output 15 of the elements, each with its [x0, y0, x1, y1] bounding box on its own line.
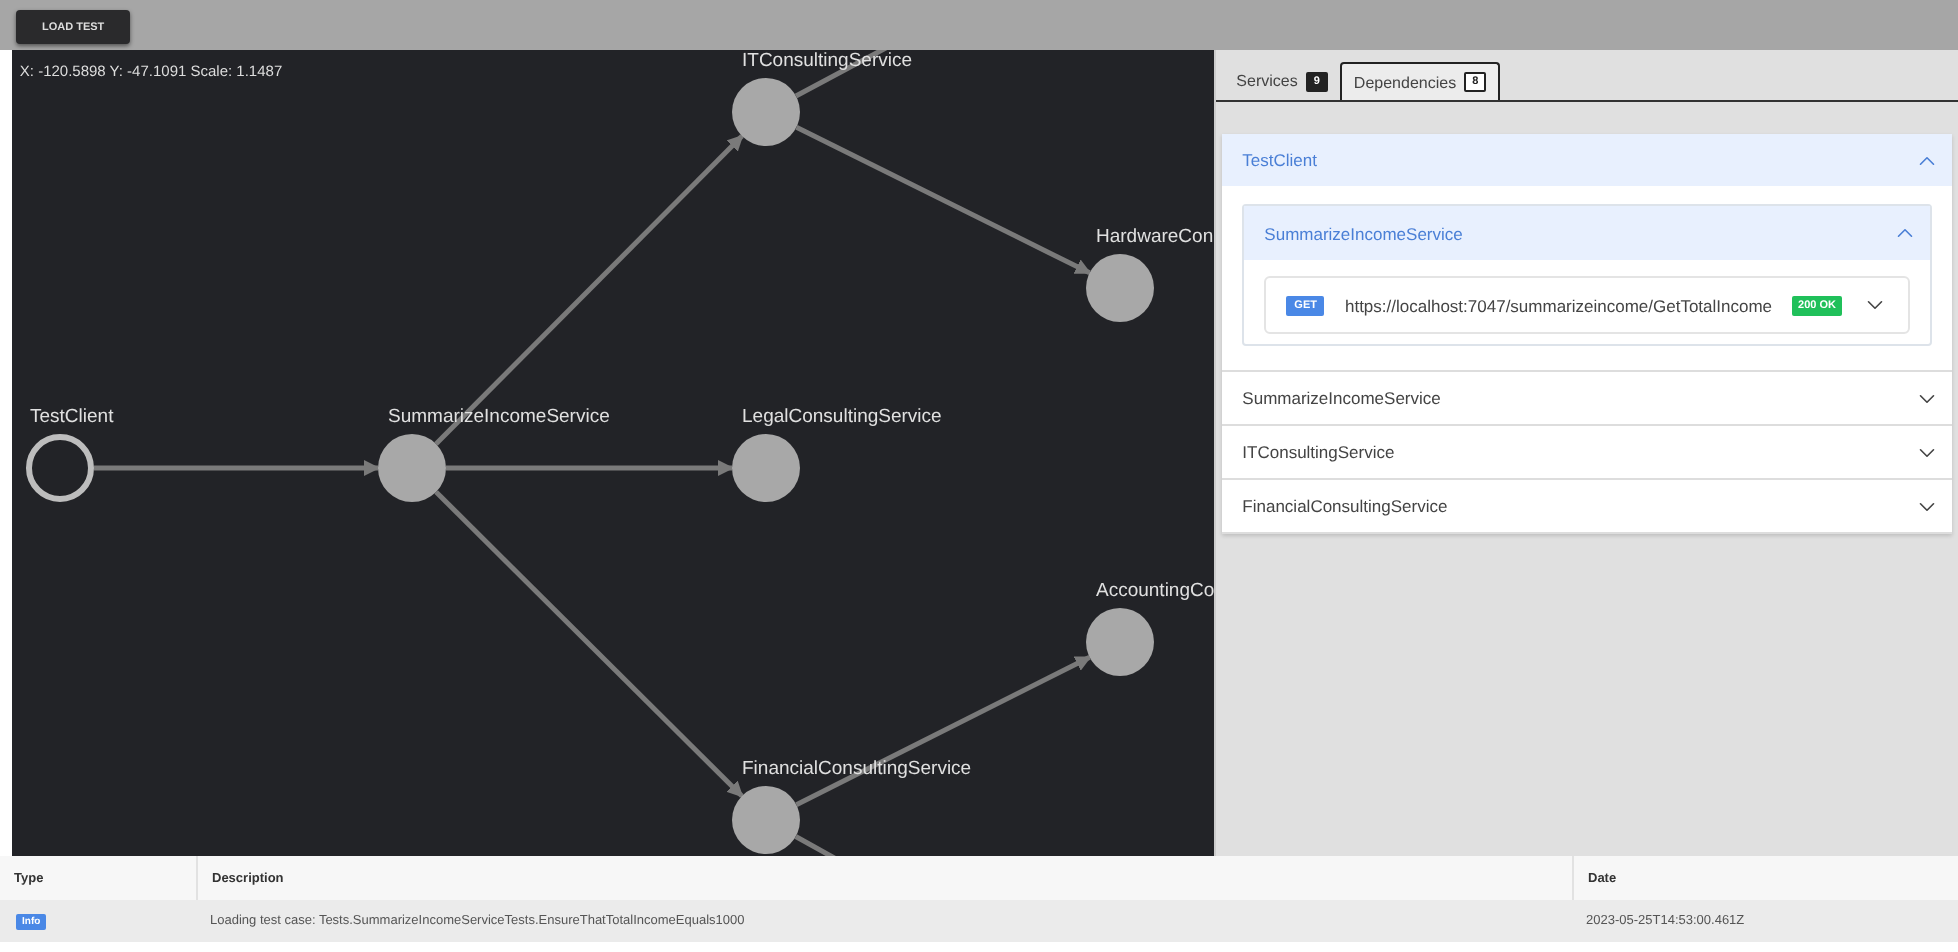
service-node[interactable]	[731, 786, 800, 854]
client-node[interactable]	[25, 434, 94, 502]
service-node[interactable]	[1085, 254, 1154, 322]
node-label: AccountingCo	[1095, 580, 1215, 602]
request-url: https://localhost:7047/summarizeincome/GetTotalIncome	[1344, 295, 1773, 315]
service-node[interactable]	[377, 434, 446, 502]
node-label: ITConsultingService	[741, 50, 912, 72]
node-label: SummarizeIncomeService	[387, 406, 610, 428]
service-node[interactable]	[731, 434, 800, 502]
node-label: FinancialConsultingService	[741, 758, 971, 780]
service-node[interactable]	[731, 78, 800, 146]
node-label: HardwareCon	[1095, 226, 1214, 248]
service-node[interactable]	[1085, 608, 1154, 676]
node-label: TestClient	[29, 406, 114, 428]
node-label: LegalConsultingService	[741, 406, 942, 428]
